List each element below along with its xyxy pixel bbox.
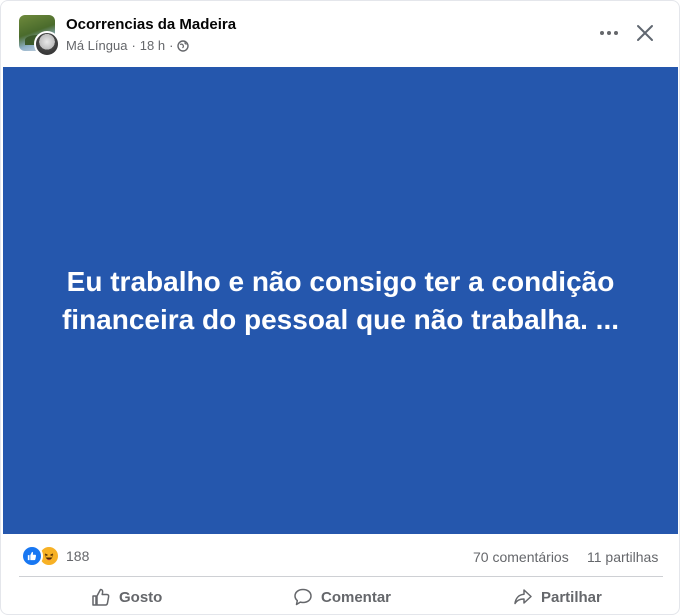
post-card: Ocorrencias da Madeira Má Língua · 18 h … (0, 0, 680, 615)
comment-count[interactable]: 70 comentários (473, 549, 569, 565)
action-bar: Gosto Comentar Partilhar (1, 579, 679, 614)
post-header: Ocorrencias da Madeira Má Língua · 18 h … (1, 1, 679, 67)
thumbs-up-icon (92, 588, 110, 606)
post-meta: Má Língua · 18 h · (66, 38, 190, 53)
meta-separator-2: · (169, 38, 174, 53)
share-label: Partilhar (541, 588, 602, 606)
post-stats: 188 70 comentários 11 partilhas (1, 544, 679, 570)
author-avatar[interactable] (34, 31, 60, 57)
like-reaction-icon (21, 545, 43, 567)
close-button[interactable] (629, 17, 661, 49)
more-icon (600, 31, 618, 35)
share-count[interactable]: 11 partilhas (587, 549, 658, 565)
author-name[interactable]: Má Língua (66, 38, 127, 53)
reaction-count: 188 (66, 548, 90, 564)
globe-icon (177, 39, 190, 52)
comment-icon (294, 588, 312, 606)
post-text: Eu trabalho e não consigo ter a condição… (61, 265, 620, 335)
close-icon (637, 25, 653, 41)
like-label: Gosto (119, 588, 163, 606)
share-icon (514, 589, 532, 605)
divider (19, 576, 663, 577)
post-time[interactable]: 18 h (140, 38, 165, 53)
like-button[interactable]: Gosto (91, 581, 162, 613)
comment-label: Comentar (321, 588, 392, 606)
more-options-button[interactable] (593, 19, 625, 47)
comment-button[interactable]: Comentar (293, 581, 391, 613)
share-button[interactable]: Partilhar (513, 581, 602, 613)
reactions-summary[interactable]: 188 (21, 545, 89, 567)
meta-separator: · (131, 38, 136, 53)
page-title[interactable]: Ocorrencias da Madeira (66, 16, 236, 33)
post-content[interactable]: Eu trabalho e não consigo ter a condição… (3, 67, 678, 534)
